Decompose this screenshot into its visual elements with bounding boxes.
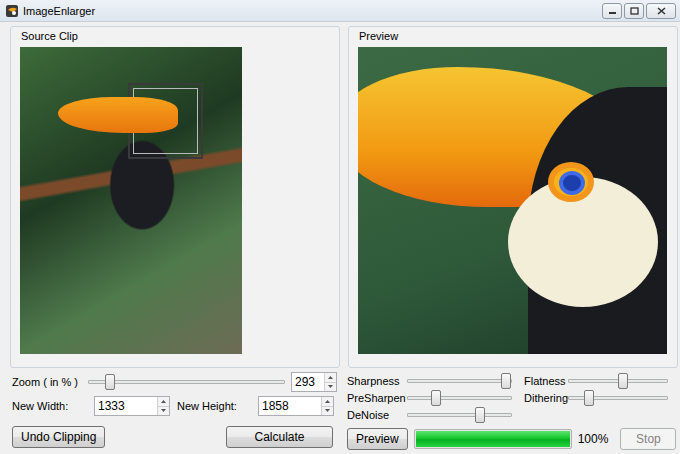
minimize-button[interactable] [602,3,622,19]
maximize-button[interactable] [624,3,644,19]
setting-slider-fill [569,397,589,399]
progress-fill [416,431,570,447]
zoom-label: Zoom ( in % ) [12,376,88,388]
zoom-slider-fill [89,381,110,383]
width-spinbox[interactable]: 1333 [94,396,170,416]
slider-row: Sharpness Flatness [347,372,680,389]
preview-row: Preview 100% Stop [347,428,680,450]
setting-slider-thumb[interactable] [431,390,441,406]
up-arrow-icon [328,376,333,379]
progress-reading: 100% [578,432,609,446]
close-button[interactable] [646,3,676,19]
setting-slider-thumb[interactable] [475,407,485,423]
down-arrow-button[interactable] [158,406,169,416]
size-row: New Width:1333 New Height:1858 [12,396,337,416]
setting-slider[interactable] [568,396,668,400]
zoom-spinbox-value[interactable]: 293 [292,373,324,391]
setting-slider-thumb[interactable] [618,373,628,389]
up-arrow-button[interactable] [322,397,333,406]
app-icon [6,5,18,17]
setting-slider-fill [408,380,506,382]
preview-button[interactable]: Preview [347,428,408,450]
slider-label: Flatness [524,375,568,387]
width-spinbox-arrows [157,397,169,415]
slider-label: PreSharpen [347,392,407,404]
zoom-spinbox[interactable]: 293 [291,372,337,392]
minimize-icon [608,7,617,15]
slider-label: Sharpness [347,375,407,387]
pupil-shape [559,171,585,195]
up-arrow-icon [325,400,330,403]
width-spinbox-value[interactable]: 1333 [95,397,157,415]
down-arrow-icon [325,409,330,412]
zoom-spinbox-arrows [324,373,336,391]
width-label: New Width: [12,400,94,412]
setting-slider-fill [408,397,436,399]
setting-slider[interactable] [407,396,512,400]
calculate-button[interactable]: Calculate [226,426,333,448]
enhance-controls: Sharpness Flatness PreSharpen Dithering DeNo… [347,372,680,450]
setting-slider-fill [408,414,480,416]
height-spinbox-arrows [321,397,333,415]
progress-bar [414,429,572,449]
setting-slider[interactable] [407,379,512,383]
height-spinbox[interactable]: 1858 [258,396,334,416]
beak-shape [58,97,178,133]
slider-label: DeNoise [347,409,407,421]
zoom-row: Zoom ( in % ) 293 [12,372,337,392]
slider-label: Dithering [524,392,568,404]
down-arrow-button[interactable] [322,406,333,416]
close-icon [657,7,666,15]
slider-row: PreSharpen Dithering [347,389,680,406]
maximize-icon [630,7,639,15]
up-arrow-button[interactable] [325,373,336,382]
height-label: New Height: [177,400,258,412]
preview-title: Preview [349,27,677,47]
zoom-slider-thumb[interactable] [105,374,115,390]
title-bar: ImageEnlarger [0,0,680,22]
up-arrow-icon [161,400,166,403]
preview-panel: Preview [348,26,678,368]
setting-slider-thumb[interactable] [501,373,511,389]
source-image[interactable] [20,47,242,354]
image-panels: Source Clip Preview [10,26,678,368]
action-row: Undo Clipping Calculate [12,426,337,448]
up-arrow-button[interactable] [158,397,169,406]
source-clip-panel: Source Clip [10,26,340,368]
down-arrow-button[interactable] [325,382,336,392]
setting-slider-thumb[interactable] [584,390,594,406]
slider-row: DeNoise [347,406,680,423]
controls: Zoom ( in % ) 293 New Width:1333 New Height… [10,372,678,450]
setting-slider[interactable] [407,413,512,417]
window-title: ImageEnlarger [23,5,95,17]
down-arrow-icon [328,385,333,388]
height-spinbox-value[interactable]: 1858 [259,397,321,415]
stop-button: Stop [620,428,676,450]
setting-slider-fill [569,380,623,382]
window-content: Source Clip Preview Zoom ( in % ) 293 New Wi… [0,22,680,450]
preview-image [358,47,667,354]
down-arrow-icon [161,409,166,412]
undo-clipping-button[interactable]: Undo Clipping [12,426,105,448]
source-clip-title: Source Clip [11,27,339,47]
setting-slider[interactable] [568,379,668,383]
zoom-slider[interactable] [88,380,285,384]
size-controls: Zoom ( in % ) 293 New Width:1333 New Height… [10,372,337,450]
